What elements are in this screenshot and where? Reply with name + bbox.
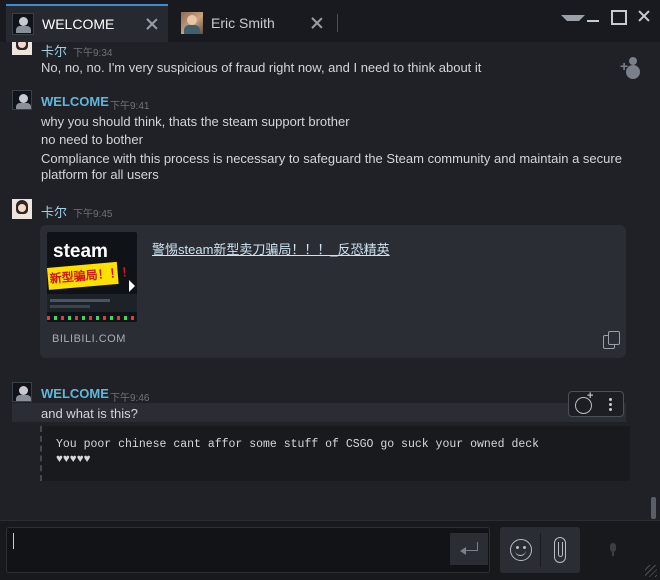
message-sender[interactable]: WELCOME	[41, 386, 109, 401]
message-text: platform for all users	[41, 167, 159, 182]
text-caret	[13, 533, 14, 549]
embed-thumbnail[interactable]: steam 新型骗局！！！	[47, 232, 137, 322]
window-close-icon[interactable]	[633, 6, 655, 26]
resize-grip[interactable]	[645, 565, 657, 577]
message-text: Compliance with this process is necessar…	[41, 151, 622, 166]
copy-icon[interactable]	[603, 331, 620, 349]
code-text: You poor chinese cant affor some stuff o…	[56, 438, 540, 466]
message-text: no need to bother	[41, 132, 143, 147]
avatar[interactable]	[12, 199, 32, 219]
message-action-bar	[568, 390, 624, 417]
message-sender[interactable]: WELCOME	[41, 94, 109, 109]
maximize-icon[interactable]	[606, 6, 628, 26]
steam-avatar-icon	[12, 13, 34, 35]
thumbnail-screenshot-strip	[47, 294, 137, 312]
code-block: You poor chinese cant affor some stuff o…	[40, 426, 630, 481]
message-time: 下午9:46	[110, 393, 150, 404]
add-friend-icon[interactable]	[620, 56, 642, 76]
message-sender[interactable]: 卡尔	[41, 42, 67, 60]
chevron-down-icon[interactable]	[556, 6, 585, 26]
enter-icon	[459, 542, 479, 556]
message-text: No, no, no. I'm very suspicious of fraud…	[41, 60, 482, 75]
message-composer	[0, 520, 660, 580]
scroll-thumb[interactable]	[651, 497, 656, 519]
tab-divider	[337, 14, 338, 32]
message-sender[interactable]: 卡尔	[41, 202, 67, 221]
emoji-icon[interactable]	[510, 539, 532, 561]
chat-scrollbar[interactable]	[651, 42, 657, 520]
close-icon[interactable]	[144, 16, 160, 32]
tab-eric-smith[interactable]: Eric Smith	[175, 4, 333, 42]
message-text: and what is this?	[41, 406, 138, 421]
profile-photo-icon	[181, 12, 203, 34]
close-icon[interactable]	[309, 15, 325, 31]
more-options-icon[interactable]	[601, 395, 619, 413]
tab-name: WELCOME	[42, 16, 115, 32]
tool-divider	[540, 533, 541, 567]
tab-bar: WELCOME Eric Smith	[0, 0, 660, 42]
message-time: 下午9:34	[73, 48, 113, 59]
microphone-icon[interactable]	[609, 543, 617, 556]
steam-avatar-icon[interactable]	[12, 90, 32, 110]
link-embed-card[interactable]: steam 新型骗局！！！ 警惕steam新型卖刀骗局！！！_反恐精英 BILI…	[40, 225, 626, 358]
thumbnail-word: steam	[53, 241, 108, 262]
minimize-icon[interactable]	[582, 6, 604, 26]
embed-domain: BILIBILI.COM	[52, 333, 126, 345]
message-time: 下午9:41	[110, 101, 150, 112]
thumbnail-dots	[47, 316, 137, 320]
composer-tools	[500, 527, 580, 573]
add-reaction-icon[interactable]	[573, 390, 593, 414]
send-button[interactable]	[450, 533, 488, 565]
tab-welcome[interactable]: WELCOME	[6, 4, 168, 42]
message-input[interactable]	[6, 527, 490, 573]
embed-title-link[interactable]: 警惕steam新型卖刀骗局！！！_反恐精英	[152, 239, 390, 258]
message-text: why you should think, thats the steam su…	[41, 114, 350, 129]
steam-avatar-icon[interactable]	[12, 382, 32, 402]
tab-name: Eric Smith	[211, 15, 275, 31]
avatar[interactable]	[12, 42, 32, 55]
cursor-arrow-icon	[129, 280, 135, 292]
paperclip-icon[interactable]	[554, 537, 566, 563]
chat-log[interactable]: 卡尔 下午9:34 No, no, no. I'm very suspiciou…	[0, 42, 660, 520]
message-time: 下午9:45	[73, 209, 113, 220]
